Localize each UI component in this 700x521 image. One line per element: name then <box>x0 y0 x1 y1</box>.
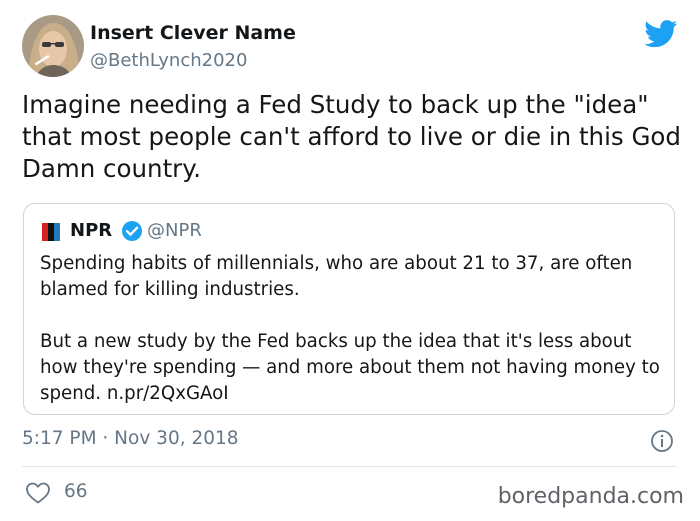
quoted-handle[interactable]: @NPR <box>147 220 202 241</box>
divider <box>22 466 677 467</box>
quoted-tweet-card[interactable]: NPR @NPR Spending habits of millennials,… <box>23 203 675 415</box>
tweet-timestamp[interactable]: 5:17 PM · Nov 30, 2018 <box>22 428 239 449</box>
quoted-tweet-text: Spending habits of millennials, who are … <box>40 251 670 407</box>
quoted-paragraph-2: But a new study by the Fed backs up the … <box>40 331 660 404</box>
tweet-text: Imagine needing a Fed Study to back up t… <box>22 90 681 183</box>
avatar[interactable] <box>22 15 84 77</box>
verified-badge-icon <box>121 220 143 242</box>
display-name[interactable]: Insert Clever Name <box>90 22 296 44</box>
info-icon[interactable] <box>650 429 674 453</box>
quoted-display-name[interactable]: NPR <box>70 220 112 241</box>
user-handle[interactable]: @BethLynch2020 <box>90 50 247 71</box>
npr-logo-icon <box>40 221 62 243</box>
quoted-paragraph-1: Spending habits of millennials, who are … <box>40 253 633 300</box>
heart-icon[interactable] <box>25 481 51 505</box>
watermark: boredpanda.com <box>497 484 684 509</box>
like-count: 66 <box>64 481 88 502</box>
twitter-bird-icon[interactable] <box>644 20 678 48</box>
